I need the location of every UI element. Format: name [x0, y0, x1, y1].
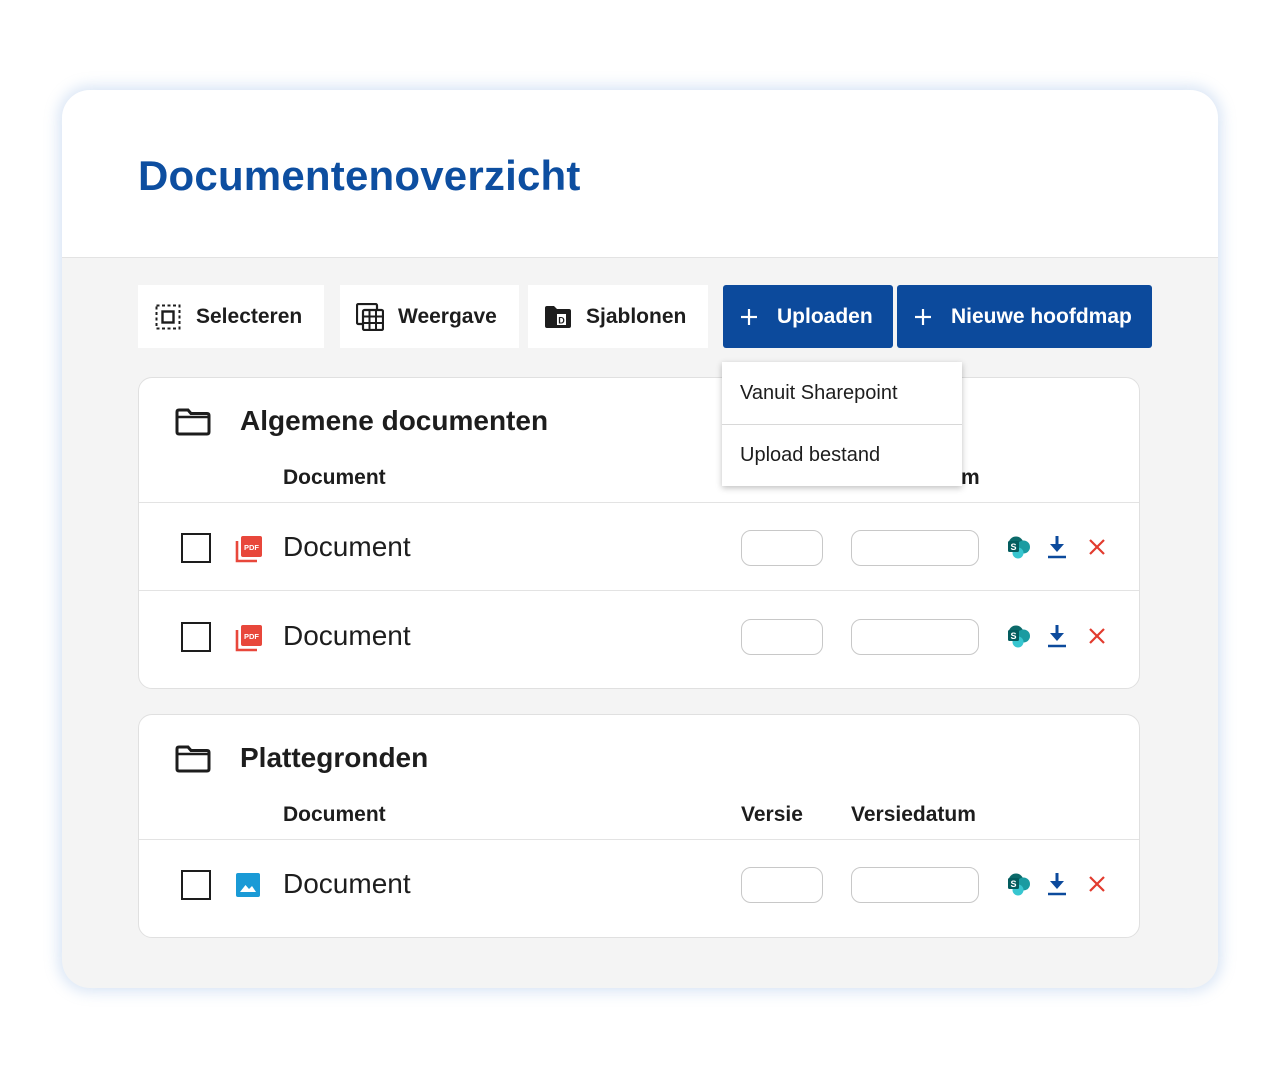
templates-button[interactable]: D Sjablonen: [528, 285, 709, 348]
row-checkbox[interactable]: [181, 870, 211, 900]
column-header-version: Versie: [741, 803, 803, 826]
section-general-documents: Algemene documenten Document m PDF Docum…: [138, 377, 1140, 689]
version-date-input[interactable]: [851, 530, 979, 566]
section-title: Algemene documenten: [240, 405, 549, 436]
sharepoint-icon[interactable]: S: [1006, 623, 1032, 649]
table-row: Document S: [139, 840, 1139, 928]
close-icon[interactable]: [1084, 623, 1110, 649]
version-date-input[interactable]: [851, 867, 979, 903]
column-header-document: Document: [283, 466, 386, 489]
documents-card: Documentenoverzicht Selecteren Weergave: [62, 90, 1218, 988]
folder-icon: [175, 745, 211, 778]
column-header-version-date-partial: m: [961, 466, 980, 489]
select-button-label: Selecteren: [196, 304, 303, 328]
select-button[interactable]: Selecteren: [138, 285, 325, 348]
column-header-version-date: Versiedatum: [851, 803, 976, 826]
table-row: PDF Document S: [139, 592, 1139, 680]
version-input[interactable]: [741, 619, 823, 655]
new-folder-button-label: Nieuwe hoofdmap: [951, 304, 1132, 328]
pdf-file-icon: PDF: [235, 535, 263, 568]
templates-button-label: Sjablonen: [586, 304, 687, 328]
svg-text:S: S: [1010, 879, 1016, 889]
document-name[interactable]: Document: [283, 620, 411, 652]
svg-text:S: S: [1010, 542, 1016, 552]
image-file-icon: [235, 872, 261, 903]
section-title: Plattegronden: [240, 742, 429, 773]
plus-icon: [909, 303, 937, 331]
version-input[interactable]: [741, 530, 823, 566]
close-icon[interactable]: [1084, 871, 1110, 897]
view-button[interactable]: Weergave: [340, 285, 519, 348]
download-icon[interactable]: [1044, 871, 1070, 897]
template-folder-icon: D: [544, 303, 572, 331]
svg-text:PDF: PDF: [244, 632, 259, 641]
version-date-input[interactable]: [851, 619, 979, 655]
table-view-icon: [356, 302, 384, 331]
close-icon[interactable]: [1084, 534, 1110, 560]
view-button-label: Weergave: [398, 304, 497, 328]
upload-dropdown: Vanuit Sharepoint Upload bestand: [722, 362, 962, 486]
svg-text:D: D: [558, 315, 565, 325]
page-title: Documentenoverzicht: [138, 152, 581, 199]
pdf-file-icon: PDF: [235, 624, 263, 657]
row-checkbox[interactable]: [181, 533, 211, 563]
svg-text:S: S: [1010, 631, 1016, 641]
download-icon[interactable]: [1044, 534, 1070, 560]
svg-text:PDF: PDF: [244, 543, 259, 552]
plus-icon: [735, 303, 763, 331]
document-name[interactable]: Document: [283, 531, 411, 563]
sharepoint-icon[interactable]: S: [1006, 871, 1032, 897]
new-folder-button[interactable]: Nieuwe hoofdmap: [897, 285, 1152, 348]
document-name[interactable]: Document: [283, 868, 411, 900]
upload-button[interactable]: Uploaden: [723, 285, 893, 348]
download-icon[interactable]: [1044, 623, 1070, 649]
select-all-icon: [154, 303, 182, 331]
row-checkbox[interactable]: [181, 622, 211, 652]
upload-button-label: Uploaden: [777, 304, 873, 328]
version-input[interactable]: [741, 867, 823, 903]
folder-icon: [175, 408, 211, 441]
table-row: PDF Document S: [139, 503, 1139, 591]
sharepoint-icon[interactable]: S: [1006, 534, 1032, 560]
column-header-document: Document: [283, 803, 386, 826]
dropdown-item-from-sharepoint[interactable]: Vanuit Sharepoint: [722, 362, 962, 424]
dropdown-item-upload-file[interactable]: Upload bestand: [722, 424, 962, 486]
card-header: Documentenoverzicht: [62, 90, 1218, 258]
section-floor-plans: Plattegronden Document Versie Versiedatu…: [138, 714, 1140, 938]
